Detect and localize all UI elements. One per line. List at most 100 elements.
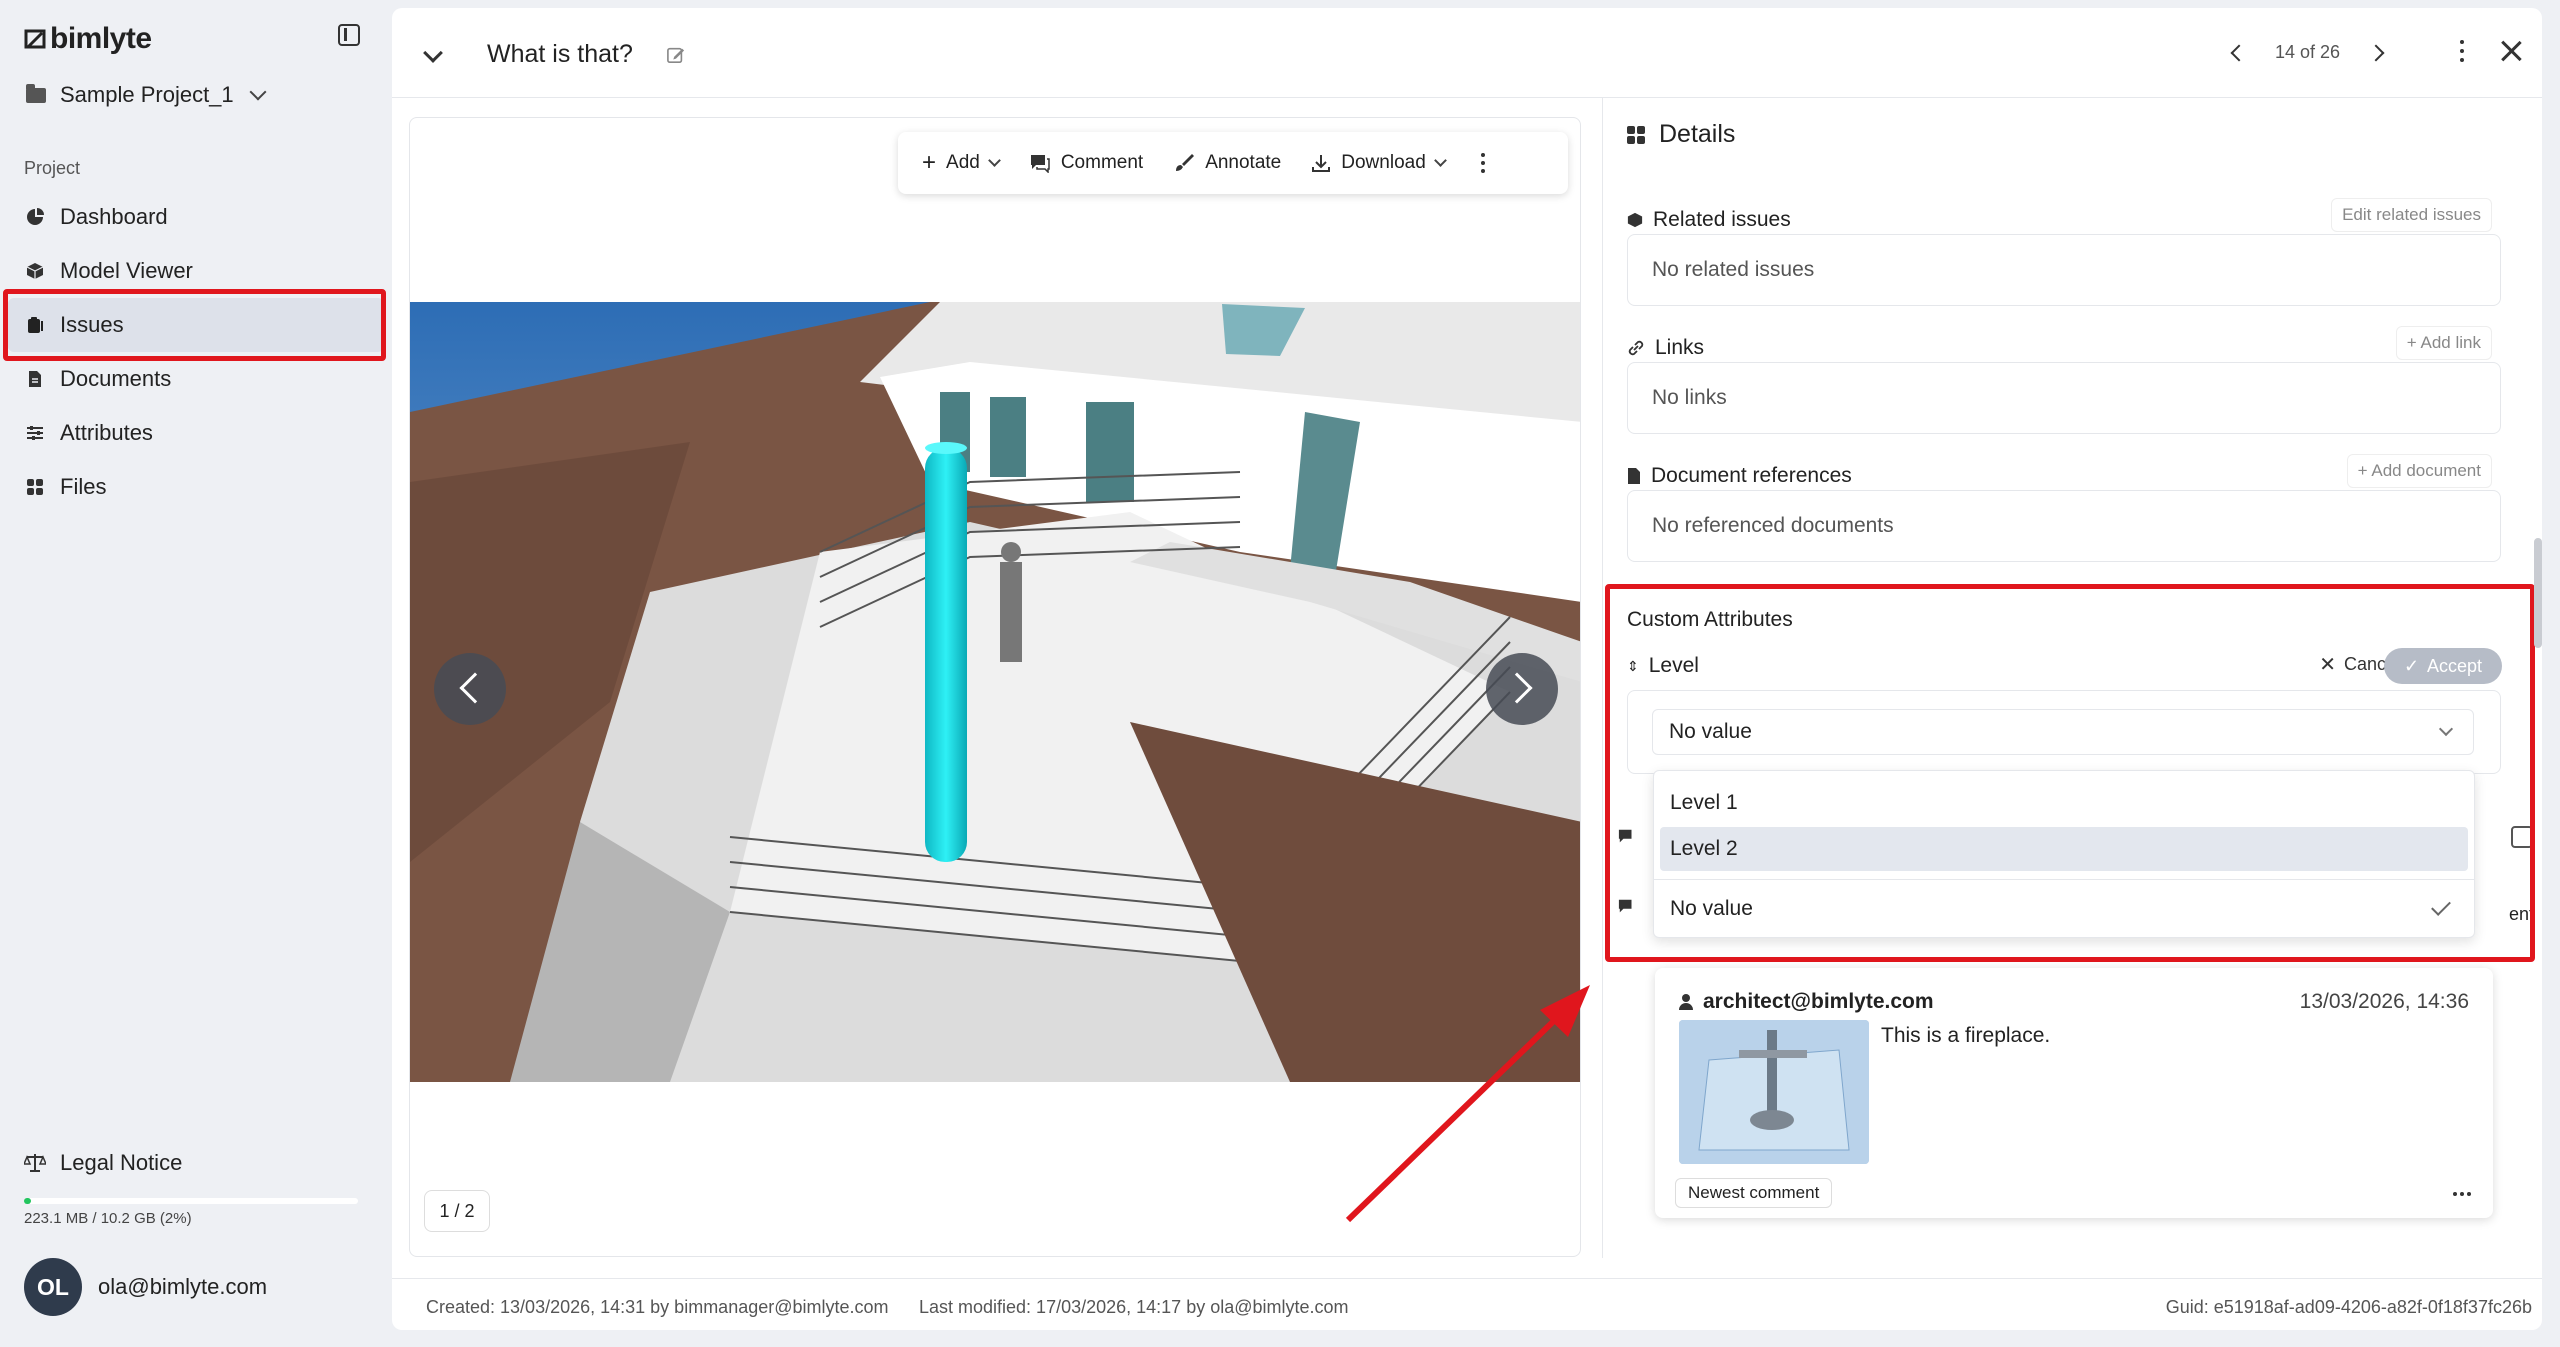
avatar: OL	[24, 1258, 82, 1316]
chevron-down-icon	[2438, 721, 2454, 737]
comment-thumbnail-image[interactable]	[1679, 1020, 1869, 1164]
sidebar-nav: Dashboard Model Viewer Issues Documents …	[0, 190, 392, 514]
checkbox[interactable]	[2511, 826, 2533, 848]
sidebar-item-model-viewer[interactable]: Model Viewer	[0, 244, 392, 298]
next-image-button[interactable]	[1486, 653, 1558, 725]
grid-icon	[1627, 125, 1645, 144]
comment-icon	[1617, 898, 1637, 921]
document-icon	[1628, 468, 1640, 484]
add-document-button[interactable]: + Add document	[2346, 454, 2492, 488]
add-link-label: Add link	[2420, 333, 2481, 352]
modified-info: Last modified: 17/03/2026, 14:17 by ola@…	[919, 1297, 1349, 1317]
dropdown-option-level-2[interactable]: Level 2	[1660, 827, 2468, 871]
pager-text: 14 of 26	[2274, 42, 2340, 62]
storage-usage-text: 223.1 MB / 10.2 GB (2%)	[24, 1210, 192, 1227]
sidebar-item-issues[interactable]: Issues	[8, 298, 384, 352]
edit-related-issues-button[interactable]: Edit related issues	[2331, 198, 2492, 232]
legal-notice-label: Legal Notice	[60, 1150, 183, 1175]
accept-label: Accept	[2427, 655, 2483, 676]
sidebar-item-label: Attributes	[60, 420, 153, 445]
details-panel: Details Related issues Edit related issu…	[1602, 98, 2542, 1258]
section-label-project: Project	[24, 158, 81, 178]
add-button[interactable]: + Add	[922, 149, 1001, 176]
details-scrollbar[interactable]	[2534, 538, 2542, 648]
links-label: Links	[1655, 336, 1705, 359]
custom-attributes-title: Custom Attributes	[1627, 608, 1793, 631]
previous-arrow-icon[interactable]	[2230, 44, 2248, 61]
document-references-label: Document references	[1651, 464, 1852, 487]
sidebar-item-files[interactable]: Files	[0, 460, 392, 514]
pencil-icon[interactable]	[667, 46, 685, 64]
level-field-container: No value	[1627, 690, 2501, 774]
sidebar-item-label: Dashboard	[60, 204, 168, 229]
partial-label: ent	[2509, 904, 2535, 924]
user-menu[interactable]: OL ola@bimlyte.com	[24, 1258, 267, 1316]
check-icon: ✓	[2403, 655, 2420, 676]
level-select[interactable]: No value	[1652, 709, 2474, 755]
download-label: Download	[1341, 152, 1426, 173]
created-info: Created: 13/03/2026, 14:31 by bimmanager…	[426, 1297, 889, 1317]
sidebar-item-label: Files	[60, 474, 107, 499]
plus-icon: +	[2357, 461, 2372, 480]
issue-header: What is that? 14 of 26	[392, 8, 2542, 98]
pie-chart-icon	[27, 208, 44, 225]
document-references-title: Document references	[1627, 464, 1852, 488]
viewer-toolbar: + Add Comment Annotate Download	[898, 132, 1568, 194]
next-arrow-icon[interactable]	[2367, 44, 2385, 61]
add-link-button[interactable]: + Add link	[2395, 326, 2492, 360]
accept-button[interactable]: ✓ Accept	[2384, 648, 2502, 684]
check-icon	[2431, 896, 2451, 916]
newest-comment-badge: Newest comment	[1675, 1178, 1833, 1208]
issue-pager: 14 of 26	[2230, 42, 2385, 63]
chevron-down-icon	[1433, 154, 1447, 167]
sort-icon: ⇕	[1627, 657, 1639, 674]
related-issues-box: No related issues	[1627, 234, 2501, 306]
plus-icon: +	[922, 149, 937, 176]
chevron-down-icon	[249, 83, 267, 101]
app-logo[interactable]: bimlyte	[24, 22, 152, 56]
toolbar-more-icon[interactable]	[1480, 153, 1485, 173]
logo-mark-icon	[24, 29, 46, 49]
comment-button[interactable]: Comment	[1029, 152, 1143, 174]
dropdown-divider	[1654, 879, 2474, 880]
sliders-icon	[27, 426, 43, 440]
links-box: No links	[1627, 362, 2501, 434]
add-document-label: Add document	[2371, 461, 2481, 480]
chevron-down-icon	[987, 154, 1001, 167]
issue-title: What is that?	[487, 40, 633, 68]
app-name: bimlyte	[50, 22, 152, 55]
sidebar-item-documents[interactable]: Documents	[0, 352, 392, 406]
comment-more-icon[interactable]	[2453, 1192, 2471, 1196]
plus-icon: +	[2406, 333, 2421, 352]
collapse-chevron-icon[interactable]	[423, 43, 443, 63]
more-options-icon[interactable]	[2460, 40, 2464, 62]
dropdown-option-no-value[interactable]: No value	[1660, 887, 2468, 931]
legal-notice-link[interactable]: Legal Notice	[24, 1150, 182, 1176]
comment-date: 13/03/2026, 14:36	[2299, 990, 2469, 1013]
sidebar-item-attributes[interactable]: Attributes	[0, 406, 392, 460]
sidebar-item-label: Issues	[60, 312, 124, 337]
add-label: Add	[946, 152, 980, 173]
annotate-button[interactable]: Annotate	[1173, 152, 1281, 174]
option-label: No value	[1670, 897, 1753, 920]
grid-icon	[27, 479, 43, 495]
level-label: Level	[1648, 654, 1699, 677]
comment-text: This is a fireplace.	[1881, 1024, 2051, 1047]
cube-icon	[26, 263, 44, 279]
sidebar-item-dashboard[interactable]: Dashboard	[0, 190, 392, 244]
previous-image-button[interactable]	[434, 653, 506, 725]
download-button[interactable]: Download	[1311, 152, 1447, 174]
link-icon	[1628, 340, 1644, 356]
annotate-label: Annotate	[1205, 152, 1282, 173]
clipboard-icon	[28, 317, 43, 333]
document-icon	[29, 371, 41, 387]
dropdown-option-level-1[interactable]: Level 1	[1660, 781, 2468, 825]
sidebar-item-label: Documents	[60, 366, 172, 391]
download-icon	[1312, 155, 1331, 172]
comment-icon	[1030, 155, 1050, 173]
sidebar-collapse-icon[interactable]	[338, 24, 360, 46]
guid-info: Guid: e51918af-ad09-4206-a82f-0f18f37fc2…	[2165, 1297, 2532, 1317]
close-icon[interactable]	[2498, 38, 2524, 64]
issue-footer: Created: 13/03/2026, 14:31 by bimmanager…	[392, 1278, 2542, 1330]
project-selector[interactable]: Sample Project_1	[26, 82, 267, 108]
